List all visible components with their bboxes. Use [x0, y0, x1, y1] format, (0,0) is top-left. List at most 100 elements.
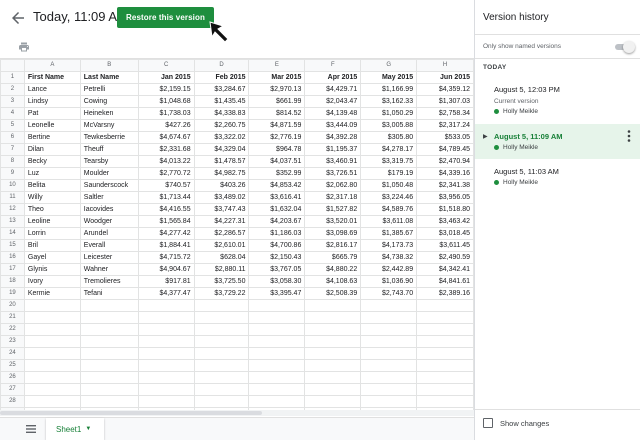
table-cell[interactable]: $1,166.99 [360, 83, 418, 96]
select-all-corner[interactable] [0, 59, 25, 72]
horizontal-scrollbar[interactable] [0, 410, 474, 416]
table-cell[interactable]: Heineken [79, 107, 139, 120]
table-cell[interactable]: $3,463.42 [416, 215, 474, 228]
table-cell[interactable] [193, 359, 250, 372]
table-cell[interactable] [416, 347, 474, 360]
row-number[interactable]: 17 [0, 263, 25, 276]
table-cell[interactable]: $4,377.47 [137, 287, 195, 300]
table-cell[interactable] [23, 323, 81, 336]
row-number[interactable]: 21 [0, 311, 25, 324]
table-cell[interactable] [23, 383, 81, 396]
table-cell[interactable]: $2,758.34 [416, 107, 474, 120]
table-cell[interactable]: $1,478.57 [193, 155, 250, 168]
row-number[interactable]: 12 [0, 203, 25, 216]
row-number[interactable]: 3 [0, 95, 25, 108]
table-cell[interactable]: $4,841.61 [416, 275, 474, 288]
table-cell[interactable]: Jan 2015 [137, 71, 195, 84]
table-cell[interactable] [416, 383, 474, 396]
table-cell[interactable]: Leicester [79, 251, 139, 264]
table-cell[interactable] [23, 335, 81, 348]
table-cell[interactable]: $533.05 [416, 131, 474, 144]
row-number[interactable]: 6 [0, 131, 25, 144]
table-cell[interactable] [79, 299, 139, 312]
table-cell[interactable] [23, 347, 81, 360]
row-number[interactable]: 14 [0, 227, 25, 240]
table-cell[interactable]: $3,616.41 [248, 191, 306, 204]
table-cell[interactable]: $4,329.04 [193, 143, 250, 156]
table-cell[interactable]: Moulder [79, 167, 139, 180]
table-cell[interactable] [304, 359, 362, 372]
table-cell[interactable]: $1,048.68 [137, 95, 195, 108]
column-header[interactable]: F [304, 59, 362, 72]
row-number[interactable]: 4 [0, 107, 25, 120]
table-cell[interactable] [137, 335, 195, 348]
row-number[interactable]: 7 [0, 143, 25, 156]
table-cell[interactable]: $4,715.72 [137, 251, 195, 264]
table-cell[interactable] [193, 299, 250, 312]
table-cell[interactable]: $1,632.04 [248, 203, 306, 216]
table-cell[interactable] [248, 299, 306, 312]
chevron-down-icon[interactable]: ▼ [85, 426, 91, 432]
table-cell[interactable]: $2,816.17 [304, 239, 362, 252]
table-cell[interactable]: $4,871.59 [248, 119, 306, 132]
table-cell[interactable]: Tefani [79, 287, 139, 300]
table-cell[interactable]: $4,013.22 [137, 155, 195, 168]
table-cell[interactable]: $4,139.48 [304, 107, 362, 120]
row-number[interactable]: 15 [0, 239, 25, 252]
table-cell[interactable]: $4,277.42 [137, 227, 195, 240]
table-cell[interactable]: $2,043.47 [304, 95, 362, 108]
table-cell[interactable]: $352.99 [248, 167, 306, 180]
table-cell[interactable] [79, 311, 139, 324]
table-cell[interactable]: $4,342.41 [416, 263, 474, 276]
scrollbar-thumb[interactable] [0, 411, 262, 415]
table-cell[interactable]: Lance [23, 83, 81, 96]
table-cell[interactable]: First Name [23, 71, 81, 84]
table-cell[interactable] [137, 323, 195, 336]
table-cell[interactable]: $2,331.68 [137, 143, 195, 156]
table-cell[interactable]: $1,713.44 [137, 191, 195, 204]
table-cell[interactable] [79, 335, 139, 348]
table-cell[interactable] [193, 335, 250, 348]
restore-version-button[interactable]: Restore this version [117, 7, 214, 28]
row-number[interactable]: 9 [0, 167, 25, 180]
row-number[interactable]: 19 [0, 287, 25, 300]
table-cell[interactable] [23, 371, 81, 384]
table-cell[interactable]: Tremolieres [79, 275, 139, 288]
row-number[interactable]: 1 [0, 71, 25, 84]
spreadsheet-grid[interactable]: A B C D E F G H 1 First Name Last Name Jan … [0, 59, 474, 410]
table-cell[interactable]: $2,470.94 [416, 155, 474, 168]
row-number[interactable]: 25 [0, 359, 25, 372]
table-cell[interactable] [360, 299, 418, 312]
row-number[interactable]: 13 [0, 215, 25, 228]
table-cell[interactable] [193, 311, 250, 324]
table-cell[interactable] [304, 299, 362, 312]
table-cell[interactable] [248, 335, 306, 348]
table-cell[interactable] [137, 383, 195, 396]
table-cell[interactable] [137, 371, 195, 384]
table-cell[interactable]: $1,527.82 [304, 203, 362, 216]
table-cell[interactable] [304, 395, 362, 408]
expand-arrow-icon[interactable]: ▶ [483, 133, 488, 140]
table-cell[interactable]: Bertine [23, 131, 81, 144]
table-cell[interactable]: Leoline [23, 215, 81, 228]
table-cell[interactable] [360, 371, 418, 384]
table-cell[interactable] [360, 383, 418, 396]
column-header[interactable]: H [416, 59, 474, 72]
table-cell[interactable]: Ivory [23, 275, 81, 288]
table-cell[interactable]: Theo [23, 203, 81, 216]
table-cell[interactable]: Tearsby [79, 155, 139, 168]
table-cell[interactable]: Saltler [79, 191, 139, 204]
table-cell[interactable]: $1,050.29 [360, 107, 418, 120]
table-cell[interactable]: $2,490.59 [416, 251, 474, 264]
table-cell[interactable]: $1,565.84 [137, 215, 195, 228]
table-cell[interactable] [304, 383, 362, 396]
version-item[interactable]: August 5, 11:03 AM Holly Meikle [475, 159, 640, 194]
table-cell[interactable] [360, 359, 418, 372]
table-cell[interactable]: $1,884.41 [137, 239, 195, 252]
table-cell[interactable]: Leonelle [23, 119, 81, 132]
table-cell[interactable]: $665.79 [304, 251, 362, 264]
table-cell[interactable]: $2,776.19 [248, 131, 306, 144]
table-cell[interactable] [248, 395, 306, 408]
table-cell[interactable]: $4,108.63 [304, 275, 362, 288]
row-number[interactable]: 10 [0, 179, 25, 192]
